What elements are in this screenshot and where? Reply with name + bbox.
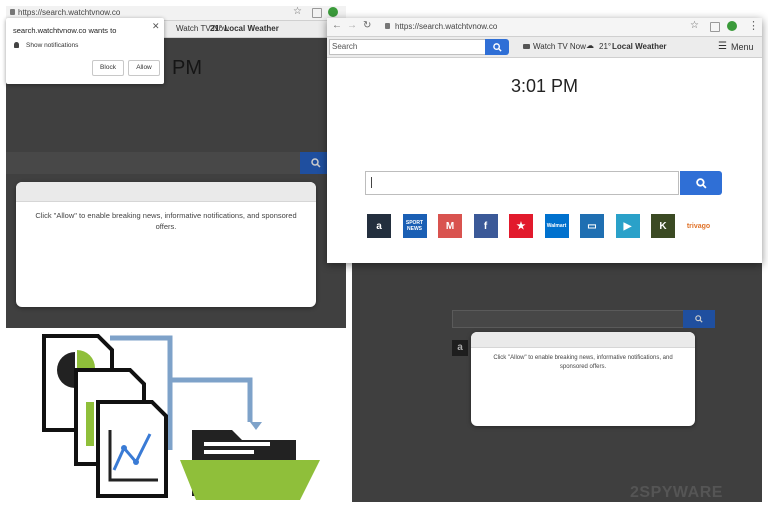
back-weather-link[interactable]: 21° Local Weather	[210, 24, 279, 33]
hamburger-icon[interactable]: ☰	[718, 41, 727, 52]
back-time-display: PM	[172, 57, 202, 79]
front-toolbar-search-button[interactable]	[485, 39, 509, 55]
front-browser-window: ← → ↻ https://search.watchtvnow.co ☆ ⋮ S…	[327, 18, 762, 263]
shortcut-trivago[interactable]: trivago	[687, 214, 711, 238]
shortcut-amazon[interactable]: a	[367, 214, 391, 238]
front-toolbar: Search Watch TV Now ☁ 21° Local Weather …	[327, 37, 762, 58]
back-search-input[interactable]	[6, 152, 300, 174]
shortcut-label: a	[376, 220, 382, 232]
extension-icon[interactable]	[312, 8, 322, 18]
shortcut-facebook[interactable]: f	[473, 214, 498, 238]
shortcut-label: f	[483, 220, 488, 232]
bell-icon	[14, 42, 19, 48]
tv-icon	[523, 44, 530, 49]
weather-icon: ☁	[586, 41, 594, 50]
time-display: 3:01 PM	[510, 76, 579, 96]
shortcut-label: ★	[516, 220, 526, 232]
watermark-logo: 2SPYWARE	[630, 484, 723, 502]
bottom-browser-window: a Click "Allow" to enable breaking news,…	[352, 262, 762, 502]
front-address-bar[interactable]: https://search.watchtvnow.co	[395, 22, 497, 31]
shortcut-label: K	[659, 220, 667, 232]
notification-popup: search.watchtvnow.co wants to ✕ Show not…	[6, 18, 164, 84]
search-icon	[311, 158, 321, 168]
weather-temp[interactable]: 21°	[599, 42, 611, 51]
back-arrow-icon[interactable]: ←	[332, 20, 342, 31]
menu-link[interactable]: Menu	[731, 42, 754, 52]
shortcut-gmail[interactable]: M	[438, 214, 462, 238]
back-modal-header	[16, 182, 316, 202]
back-modal-text: Click "Allow" to enable breaking news, i…	[35, 211, 297, 231]
main-search-input[interactable]	[365, 171, 679, 195]
more-menu-icon[interactable]: ⋮	[748, 19, 759, 32]
shortcut-tv[interactable]: ▭	[580, 214, 604, 238]
watch-tv-link[interactable]: Watch TV Now	[533, 42, 586, 51]
extension-icon[interactable]	[710, 22, 720, 32]
shortcut-macys[interactable]: ★	[509, 214, 533, 238]
shortcut-video[interactable]: ▶	[615, 214, 640, 238]
bottom-search-button[interactable]	[683, 310, 715, 328]
text-cursor	[371, 177, 372, 188]
notification-title: search.watchtvnow.co wants to	[13, 26, 117, 35]
shortcut-label: trivago	[686, 222, 711, 230]
forward-arrow-icon[interactable]: →	[347, 20, 357, 31]
front-toolbar-search-input[interactable]: Search	[329, 39, 488, 55]
reload-icon[interactable]: ↻	[363, 20, 371, 31]
bottom-amazon-tile[interactable]: a	[452, 340, 468, 356]
close-icon[interactable]: ✕	[152, 21, 160, 32]
watermark-text: 2SPYWARE	[630, 484, 723, 501]
bottom-modal-header	[471, 332, 695, 348]
back-address-bar[interactable]: https://search.watchtvnow.co	[18, 8, 120, 17]
shortcut-label: ▶	[623, 220, 632, 232]
shortcut-label: M	[445, 220, 455, 232]
shortcut-label: ▭	[587, 220, 597, 232]
front-browser-chrome: ← → ↻ https://search.watchtvnow.co ☆ ⋮	[327, 18, 762, 37]
folder-icon	[180, 422, 320, 500]
document-line-chart-icon	[96, 400, 168, 498]
back-allow-modal: Click "Allow" to enable breaking news, i…	[16, 182, 316, 307]
lock-icon	[10, 9, 15, 15]
search-icon	[695, 177, 707, 189]
search-icon	[492, 42, 502, 52]
main-search-button[interactable]	[680, 171, 722, 195]
bottom-modal-text: Click "Allow" to enable breaking news, i…	[493, 355, 673, 370]
shortcut-label: SPORT NEWS	[405, 220, 424, 232]
bottom-allow-modal: Click "Allow" to enable breaking news, i…	[471, 332, 695, 426]
files-illustration	[42, 334, 320, 500]
shortcut-sport-news[interactable]: SPORT NEWS	[402, 214, 427, 238]
allow-button[interactable]: Allow	[128, 60, 160, 76]
block-button[interactable]: Block	[92, 60, 124, 76]
shortcut-label: Walmart	[546, 223, 567, 229]
shortcut-walmart[interactable]: Walmart	[544, 214, 569, 238]
search-icon	[695, 315, 703, 323]
notification-item: Show notifications	[26, 42, 79, 49]
shortcut-kik[interactable]: K	[651, 214, 675, 238]
green-extension-icon[interactable]	[328, 7, 338, 17]
green-extension-icon[interactable]	[727, 21, 737, 31]
star-icon[interactable]: ☆	[293, 6, 302, 17]
weather-link[interactable]: Local Weather	[612, 42, 667, 51]
star-icon[interactable]: ☆	[690, 20, 699, 31]
lock-icon	[385, 23, 390, 29]
bottom-search-input[interactable]	[452, 310, 684, 328]
